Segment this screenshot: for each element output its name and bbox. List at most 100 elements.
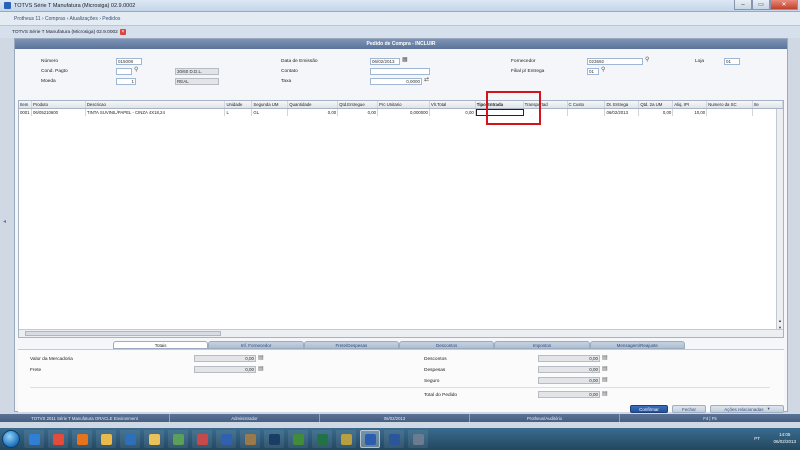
scroll-thumb[interactable] xyxy=(25,331,221,336)
column-header-0[interactable]: Item xyxy=(19,101,32,108)
data-emissao-input[interactable]: 06/02/2013 xyxy=(370,58,400,65)
calculator-icon[interactable]: ▤ xyxy=(602,355,608,362)
search-icon[interactable]: ⚲ xyxy=(601,67,605,74)
column-header-8[interactable]: Vlr.Total xyxy=(430,101,476,108)
search-icon[interactable]: ⚲ xyxy=(134,67,138,74)
taxa-input[interactable]: 0,0000 xyxy=(370,78,422,85)
table-cell[interactable]: L xyxy=(225,109,253,116)
tab-close-icon[interactable]: × xyxy=(119,29,126,35)
column-header-16[interactable]: Ite xyxy=(753,101,783,108)
column-header-4[interactable]: Segunda UM xyxy=(252,101,289,108)
moeda-input[interactable]: 1 xyxy=(116,78,136,85)
tab-descontos[interactable]: Descontos xyxy=(398,341,495,349)
close-window-button[interactable]: ✕ xyxy=(770,0,798,10)
mail-icon[interactable] xyxy=(336,430,356,448)
table-cell[interactable]: 06/02/2013 xyxy=(605,109,640,116)
table-cell[interactable]: 0,00 xyxy=(338,109,379,116)
tab-impostos[interactable]: Impostos xyxy=(494,341,590,349)
calc-icon[interactable] xyxy=(408,430,428,448)
ps-icon[interactable] xyxy=(264,430,284,448)
table-cell[interactable]: 0,000000 xyxy=(378,109,430,116)
breadcrumb-text[interactable]: Protheus 11 › Compras › Atualizações › P… xyxy=(14,16,120,22)
table-cell[interactable] xyxy=(568,109,606,116)
column-header-13[interactable]: Qtd. 2a UM xyxy=(639,101,674,108)
tray-language[interactable]: PT xyxy=(754,436,760,441)
loja-label: Loja xyxy=(695,59,705,64)
column-header-3[interactable]: Unidade xyxy=(225,101,253,108)
confirm-button[interactable]: Confirmar xyxy=(630,405,668,413)
cond-pagto-input[interactable] xyxy=(116,68,132,75)
calculator-icon[interactable]: ▤ xyxy=(602,391,608,398)
excel-icon[interactable] xyxy=(312,430,332,448)
table-cell[interactable]: 0,00 xyxy=(288,109,339,116)
table-cell[interactable]: 10,00 xyxy=(673,109,708,116)
table-cell[interactable]: TINTA SUVINIL/PAPEL - CINZA 4X18,24 xyxy=(86,109,226,116)
column-header-1[interactable]: Produto xyxy=(32,101,86,108)
column-header-2[interactable]: Descricao xyxy=(86,101,226,108)
dialog-title: Pedido de Compra - INCLUIR xyxy=(15,39,787,49)
tab-frete-despesas[interactable]: Frete/Despesas xyxy=(303,341,399,349)
paint-icon[interactable] xyxy=(192,430,212,448)
clock[interactable]: 14:05 06/02/2013 xyxy=(773,431,796,445)
explorer-icon[interactable] xyxy=(96,430,116,448)
outlook-icon[interactable] xyxy=(120,430,140,448)
table-cell[interactable]: 0,00 xyxy=(639,109,674,116)
word-icon[interactable] xyxy=(384,430,404,448)
minimize-button[interactable]: ‒ xyxy=(734,0,752,10)
tab-totais[interactable]: Totais xyxy=(113,341,209,349)
vertical-scrollbar[interactable]: ▲ ▼ xyxy=(776,109,783,331)
total-pedido-value: 0,00 xyxy=(538,391,600,398)
calendar-icon[interactable]: ▦ xyxy=(402,57,408,64)
table-cell[interactable]: 06/05210600 xyxy=(32,109,86,116)
exchange-icon[interactable]: ⇄ xyxy=(424,77,429,84)
fornecedor-input[interactable]: 023692 xyxy=(587,58,643,65)
column-header-7[interactable]: Prc Unitario xyxy=(378,101,430,108)
calculator-icon[interactable]: ▤ xyxy=(602,377,608,384)
purchase-order-dialog: Pedido de Compra - INCLUIR Número 015008… xyxy=(14,38,788,412)
dw-icon[interactable] xyxy=(288,430,308,448)
firefox-icon[interactable] xyxy=(72,430,92,448)
player-icon[interactable] xyxy=(216,430,236,448)
divider xyxy=(30,387,770,388)
column-header-14[interactable]: Aliq. IPI xyxy=(673,101,708,108)
tab-inf-fornecedor[interactable]: Inf. Fornecedor xyxy=(208,341,304,349)
close-button[interactable]: Fechar xyxy=(672,405,706,413)
panel-handle-icon[interactable]: ◂ xyxy=(3,218,6,225)
column-header-5[interactable]: Quantidade xyxy=(288,101,339,108)
table-cell[interactable]: 0001 xyxy=(19,109,32,116)
related-actions-button[interactable]: Ações relacionadas ▾ xyxy=(710,405,784,413)
chrome-icon[interactable] xyxy=(48,430,68,448)
totvs-icon[interactable] xyxy=(360,430,380,448)
ie-icon[interactable] xyxy=(24,430,44,448)
column-header-12[interactable]: Dt. Entrega xyxy=(605,101,640,108)
clock-date: 06/02/2013 xyxy=(773,439,796,444)
loja-input[interactable]: 01 xyxy=(724,58,740,65)
calculator-icon[interactable]: ▤ xyxy=(258,355,264,362)
filial-entrega-input[interactable]: 01 xyxy=(587,68,599,75)
calculator-icon[interactable]: ▤ xyxy=(258,366,264,373)
calculator-icon[interactable]: ▤ xyxy=(602,366,608,373)
related-actions-label: Ações relacionadas xyxy=(724,406,764,412)
start-button[interactable] xyxy=(2,430,20,448)
horizontal-scrollbar[interactable] xyxy=(19,329,783,337)
scroll-up-icon[interactable]: ▲ xyxy=(777,318,783,324)
network-icon[interactable] xyxy=(168,430,188,448)
contato-input[interactable] xyxy=(370,68,430,75)
table-row[interactable]: 0001 06/05210600 TINTA SUVINIL/PAPEL - CIN… xyxy=(19,109,783,116)
maximize-button[interactable]: ▭ xyxy=(752,0,770,10)
folder-icon[interactable] xyxy=(144,430,164,448)
search-icon[interactable]: ⚲ xyxy=(645,57,649,64)
grid-header: Item Produto Descricao Unidade Segunda UM Qua… xyxy=(19,101,783,109)
table-cell[interactable] xyxy=(707,109,754,116)
column-header-11[interactable]: C Custo xyxy=(568,101,606,108)
frete-value: 0,00 xyxy=(194,366,256,373)
window-title: TOTVS Série T Manufatura (Microsiga) 02.… xyxy=(14,2,136,9)
numero-input[interactable]: 015008 xyxy=(116,58,142,65)
column-header-6[interactable]: Qtd.Entregue xyxy=(338,101,379,108)
table-cell[interactable]: 0,00 xyxy=(430,109,476,116)
tab-session[interactable]: TOTVS Série T Manufatura (Microsiga) 02.… xyxy=(12,29,126,35)
tools-icon[interactable] xyxy=(240,430,260,448)
table-cell[interactable]: GL xyxy=(252,109,289,116)
column-header-15[interactable]: Numero da SC xyxy=(707,101,754,108)
tab-mensagem-reajuste[interactable]: Mensagem/Reajuste xyxy=(589,341,685,349)
